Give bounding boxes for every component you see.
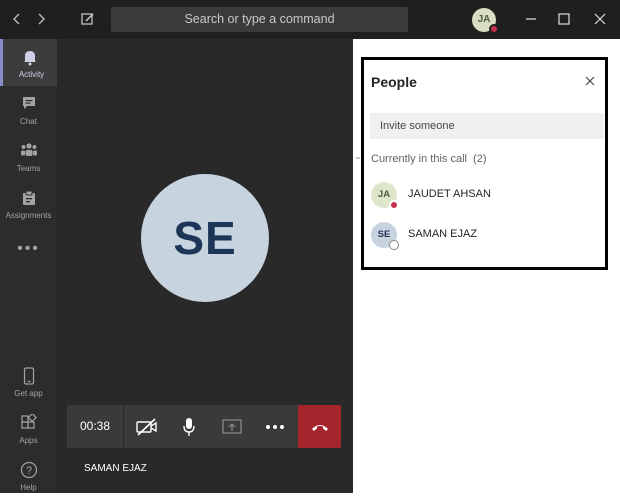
hang-up-icon	[311, 424, 328, 431]
people-panel: People Invite someone Currently in this …	[361, 57, 608, 270]
busy-status-icon	[489, 24, 499, 34]
participant-row[interactable]: JA JAUDET AHSAN	[370, 180, 600, 210]
rail-label-apps: Apps	[19, 436, 38, 445]
rail-label-teams: Teams	[16, 164, 41, 173]
share-screen-button[interactable]	[212, 405, 252, 448]
app-rail: Activity Chat Teams Assignments ••• Get …	[0, 39, 57, 493]
rail-label-chat: Chat	[20, 117, 37, 126]
rail-label-help: Help	[20, 483, 37, 492]
rail-item-help[interactable]: ? Help	[0, 452, 57, 499]
more-icon	[266, 424, 284, 429]
participant-name: SAMAN EJAZ	[408, 228, 478, 240]
minimize-button[interactable]	[521, 9, 541, 29]
user-avatar[interactable]: JA	[472, 8, 499, 34]
participant-count: (2)	[473, 153, 487, 165]
rail-item-get-app[interactable]: Get app	[0, 358, 57, 405]
chevron-left-icon	[13, 13, 20, 25]
divider	[356, 157, 360, 159]
participant-initials: SE	[377, 229, 391, 240]
close-icon	[585, 76, 595, 86]
help-icon: ?	[20, 461, 37, 479]
busy-status-icon	[389, 200, 399, 210]
camera-off-icon	[136, 417, 157, 436]
rail-item-chat[interactable]: Chat	[0, 86, 57, 133]
compose-icon	[81, 13, 94, 25]
panel-title: People	[371, 74, 417, 90]
more-apps-button[interactable]: •••	[0, 240, 57, 258]
phone-icon	[23, 367, 34, 385]
participant-name-label: SAMAN EJAZ	[84, 463, 147, 474]
close-window-button[interactable]	[590, 9, 610, 29]
hang-up-button[interactable]	[298, 405, 341, 448]
close-panel-button[interactable]	[583, 74, 597, 88]
user-initials: JA	[477, 14, 491, 25]
apps-icon	[20, 414, 37, 429]
rail-item-activity[interactable]: Activity	[0, 39, 57, 86]
maximize-button[interactable]	[554, 9, 574, 29]
camera-toggle-button[interactable]	[127, 405, 167, 448]
participant-initials: JA	[377, 189, 391, 200]
title-bar: Search or type a command JA	[0, 0, 620, 39]
participant-name: JAUDET AHSAN	[408, 188, 491, 200]
current-call-label: Currently in this call	[371, 153, 467, 165]
rail-item-apps[interactable]: Apps	[0, 405, 57, 452]
participant-avatar: SE	[141, 174, 269, 302]
forward-button[interactable]	[32, 10, 50, 28]
maximize-icon	[558, 13, 570, 25]
rail-label-assignments: Assignments	[5, 211, 52, 220]
assignments-icon	[22, 190, 35, 205]
more-actions-button[interactable]	[255, 405, 295, 448]
call-controls: 00:38	[67, 405, 341, 448]
teams-icon	[20, 143, 37, 156]
rail-item-teams[interactable]: Teams	[0, 133, 57, 180]
back-button[interactable]	[8, 10, 26, 28]
bell-icon	[24, 51, 36, 66]
mic-toggle-button[interactable]	[169, 405, 209, 448]
call-timer: 00:38	[67, 405, 124, 448]
rail-item-assignments[interactable]: Assignments	[0, 180, 57, 227]
participant-avatar: SE	[371, 222, 399, 250]
call-stage: SE 00:38 SAMAN EJAZ	[57, 39, 353, 493]
microphone-icon	[183, 417, 195, 436]
offline-status-icon	[389, 240, 399, 250]
current-call-header: Currently in this call (2)	[371, 153, 487, 165]
chat-icon	[22, 97, 35, 109]
chevron-right-icon	[38, 13, 45, 25]
participant-row[interactable]: SE SAMAN EJAZ	[370, 220, 600, 250]
rail-label-activity: Activity	[18, 70, 45, 79]
minimize-icon	[526, 18, 536, 20]
svg-text:?: ?	[25, 465, 31, 477]
participant-avatar: JA	[371, 182, 399, 210]
close-icon	[594, 13, 606, 25]
search-input[interactable]: Search or type a command	[111, 7, 408, 32]
share-screen-icon	[222, 418, 242, 434]
compose-button[interactable]	[80, 10, 96, 28]
rail-label-get-app: Get app	[14, 389, 43, 398]
invite-input[interactable]: Invite someone	[370, 113, 604, 139]
